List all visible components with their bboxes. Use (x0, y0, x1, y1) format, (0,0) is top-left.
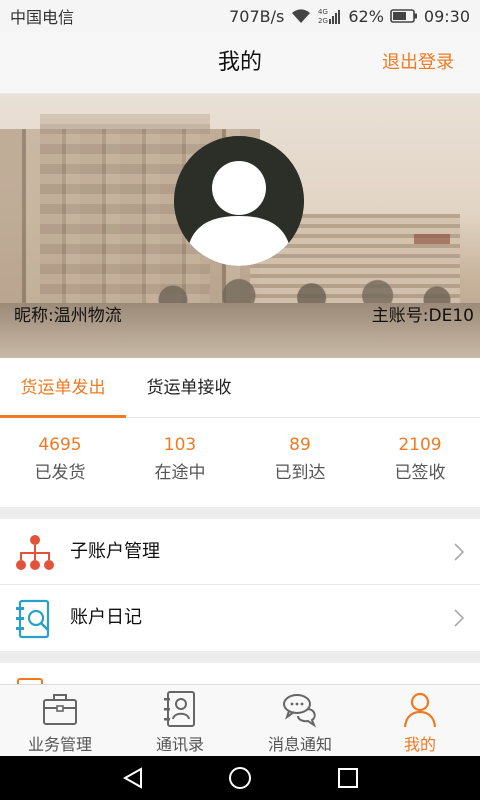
battery-icon (390, 9, 417, 23)
chevron-right-icon (454, 543, 464, 561)
nav-label: 业务管理 (27, 735, 92, 754)
stat-value: 4695 (38, 435, 82, 455)
menu-item-label: 账户日记 (70, 607, 142, 628)
section-divider (0, 507, 480, 519)
status-indicators: 707B/s 4G 2G 62% 09:30 (229, 7, 470, 26)
shipment-stats: 4695 已发货 103 在途中 89 已到达 2109 已签收 (0, 419, 480, 507)
tab-shipments-received[interactable]: 货运单接收 (126, 358, 252, 418)
clock: 09:30 (423, 6, 470, 26)
stat-label: 已发货 (34, 463, 86, 483)
bottom-nav: 业务管理 通讯录 消息通知 我的 (0, 684, 480, 756)
nickname-label: 昵称:温州物流 (14, 306, 122, 326)
recent-apps-icon[interactable] (336, 766, 360, 790)
nav-mine[interactable]: 我的 (360, 685, 480, 756)
logout-button[interactable]: 退出登录 (382, 32, 454, 94)
stat-shipped[interactable]: 4695 已发货 (0, 419, 120, 507)
nav-contacts[interactable]: 通讯录 (120, 685, 240, 756)
nav-message-notifications[interactable]: 消息通知 (240, 685, 360, 756)
banner-building-sign (414, 234, 450, 244)
nav-business-management[interactable]: 业务管理 (0, 685, 120, 756)
home-icon[interactable] (228, 766, 252, 790)
stat-value: 2109 (398, 435, 442, 455)
org-chart-icon (16, 535, 54, 570)
stat-label: 在途中 (154, 463, 206, 483)
chat-bubbles-icon (283, 694, 317, 728)
chevron-right-icon (454, 609, 464, 627)
stat-value: 103 (163, 435, 197, 455)
stat-arrived[interactable]: 89 已到达 (240, 419, 360, 507)
svg-text:4G: 4G (318, 8, 328, 16)
account-number-label: 主账号:DE10 (371, 306, 474, 326)
battery-percent: 62% (348, 6, 384, 26)
menu-item-sub-account[interactable]: 子账户管理 (0, 519, 480, 585)
stat-label: 已到达 (274, 463, 326, 483)
stat-in-transit[interactable]: 103 在途中 (120, 419, 240, 507)
system-nav-bar (0, 756, 480, 800)
title-bar: 我的 退出登录 (0, 32, 480, 94)
briefcase-icon (43, 694, 77, 725)
avatar[interactable] (174, 136, 304, 266)
shipment-tabs: 货运单发出 货运单接收 (0, 358, 480, 418)
section-divider (0, 651, 480, 663)
nav-label: 消息通知 (267, 735, 332, 754)
user-silhouette-icon (174, 136, 304, 266)
user-icon (403, 692, 437, 728)
status-bar: 中国电信 707B/s 4G 2G 62% 09:30 (0, 0, 480, 32)
menu-item-label: 子账户管理 (70, 541, 160, 562)
stat-value: 89 (289, 435, 311, 455)
stat-signed[interactable]: 2109 已签收 (360, 419, 480, 507)
notebook-search-icon (16, 599, 50, 639)
menu-item-account-diary[interactable]: 账户日记 (0, 585, 480, 651)
carrier-label: 中国电信 (10, 8, 75, 27)
nav-label: 通讯录 (155, 735, 204, 754)
wifi-icon (292, 9, 311, 23)
cellular-signal-icon: 4G 2G (318, 8, 341, 25)
network-speed: 707B/s (229, 6, 285, 26)
stat-label: 已签收 (394, 463, 446, 483)
svg-text:2G: 2G (318, 17, 328, 25)
tab-shipments-sent[interactable]: 货运单发出 (0, 358, 126, 418)
back-icon[interactable] (121, 766, 145, 790)
contacts-icon (164, 691, 195, 727)
profile-banner: 昵称:温州物流 主账号:DE10 (0, 94, 480, 358)
nav-label: 我的 (403, 735, 436, 754)
